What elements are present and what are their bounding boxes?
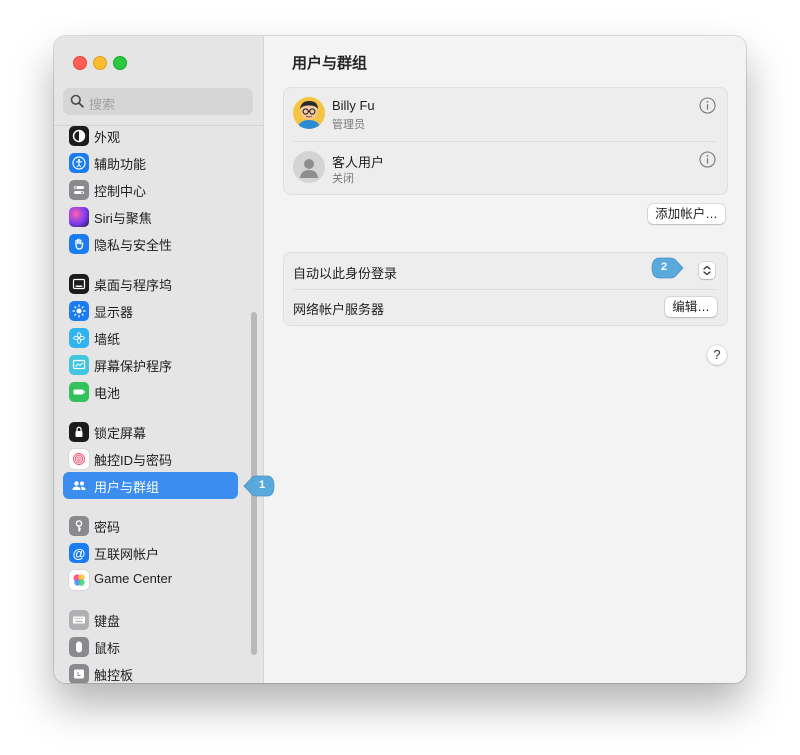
info-icon[interactable] bbox=[699, 151, 716, 168]
sidebar-item-control-center[interactable]: 控制中心 bbox=[63, 176, 238, 203]
sidebar-item-accessibility[interactable]: 辅助功能 bbox=[63, 149, 238, 176]
sidebar-item-display[interactable]: 显示器 bbox=[63, 297, 238, 324]
sidebar-item-siri[interactable]: Siri与聚焦 bbox=[63, 203, 238, 230]
game-center-icon bbox=[69, 570, 89, 590]
avatar bbox=[293, 97, 325, 129]
auto-login-popup[interactable] bbox=[699, 262, 715, 279]
keyboard-icon bbox=[69, 610, 89, 630]
guest-avatar bbox=[293, 151, 325, 183]
callout-marker-2: 2 bbox=[651, 257, 684, 284]
sidebar-item-lock-screen[interactable]: 锁定屏幕 bbox=[63, 418, 238, 445]
chevron-up-down-icon bbox=[703, 265, 711, 276]
sidebar-item-passwords[interactable]: 密码 bbox=[63, 512, 238, 539]
trackpad-icon bbox=[69, 664, 89, 683]
sidebar-item-privacy[interactable]: 隐私与安全性 bbox=[63, 230, 238, 257]
sidebar-item-wallpaper[interactable]: 墙纸 bbox=[63, 324, 238, 351]
edit-button[interactable]: 编辑… bbox=[665, 297, 717, 317]
screensaver-icon bbox=[69, 355, 89, 375]
callout-marker-1: 1 bbox=[243, 475, 275, 502]
sidebar-item-keyboard[interactable]: 键盘 bbox=[63, 606, 238, 633]
page-title: 用户与群组 bbox=[292, 55, 368, 72]
sidebar-item-mouse[interactable]: 鼠标 bbox=[63, 633, 238, 660]
sidebar-item-appearance[interactable]: 外观 bbox=[63, 122, 238, 149]
main-pane: 用户与群组 Billy Fu 管理员 客人用户 关闭 添加帐户… 自动以此身份登… bbox=[264, 36, 746, 683]
zoom-window-button[interactable] bbox=[113, 56, 127, 70]
user-name: 客人用户 bbox=[332, 155, 385, 170]
search-field[interactable]: 搜索 bbox=[63, 88, 253, 115]
sidebar-item-game-center[interactable]: Game Center bbox=[63, 566, 238, 593]
close-window-button[interactable] bbox=[73, 56, 87, 70]
user-role: 管理员 bbox=[332, 119, 365, 131]
fingerprint-icon bbox=[69, 449, 89, 469]
callout-number: 1 bbox=[258, 479, 266, 491]
key-icon bbox=[69, 516, 89, 536]
accessibility-icon bbox=[69, 153, 89, 173]
network-server-row: 网络帐户服务器 编辑… bbox=[284, 289, 727, 325]
user-role: 关闭 bbox=[332, 173, 354, 185]
siri-icon bbox=[69, 207, 89, 227]
wallpaper-icon bbox=[69, 328, 89, 348]
minimize-window-button[interactable] bbox=[93, 56, 107, 70]
network-server-label: 网络帐户服务器 bbox=[293, 302, 385, 317]
search-placeholder: 搜索 bbox=[89, 97, 116, 112]
sidebar-item-touch-id[interactable]: 触控ID与密码 bbox=[63, 445, 238, 472]
battery-icon bbox=[69, 382, 89, 402]
info-icon[interactable] bbox=[699, 97, 716, 114]
help-button[interactable]: ? bbox=[707, 345, 727, 365]
auto-login-label: 自动以此身份登录 bbox=[293, 266, 398, 281]
privacy-hand-icon bbox=[69, 234, 89, 254]
sidebar-item-users-groups[interactable]: 用户与群组 bbox=[63, 472, 238, 499]
sidebar-item-internet-accounts[interactable]: @ 互联网帐户 bbox=[63, 539, 238, 566]
sidebar-item-screensaver[interactable]: 屏幕保护程序 bbox=[63, 351, 238, 378]
at-sign-icon: @ bbox=[69, 543, 89, 563]
add-account-button[interactable]: 添加帐户… bbox=[648, 204, 725, 224]
users-list: Billy Fu 管理员 客人用户 关闭 bbox=[283, 87, 728, 195]
search-icon bbox=[70, 94, 84, 108]
users-icon bbox=[69, 476, 89, 496]
display-sun-icon bbox=[69, 301, 89, 321]
user-row-guest[interactable]: 客人用户 关闭 bbox=[284, 142, 727, 195]
callout-number: 2 bbox=[660, 261, 668, 273]
user-name: Billy Fu bbox=[332, 98, 375, 113]
sidebar: 搜索 外观 辅助功能 控制中心 Siri与聚焦 隐私与安全性 桌面与程序坞 显示… bbox=[54, 36, 264, 683]
user-row-billy[interactable]: Billy Fu 管理员 bbox=[284, 88, 727, 141]
lock-icon bbox=[69, 422, 89, 442]
appearance-icon bbox=[69, 126, 89, 146]
sidebar-item-battery[interactable]: 电池 bbox=[63, 378, 238, 405]
desktop-dock-icon bbox=[69, 274, 89, 294]
sidebar-item-trackpad[interactable]: 触控板 bbox=[63, 660, 238, 683]
system-settings-window: 搜索 外观 辅助功能 控制中心 Siri与聚焦 隐私与安全性 桌面与程序坞 显示… bbox=[54, 36, 746, 683]
control-center-icon bbox=[69, 180, 89, 200]
mouse-icon bbox=[69, 637, 89, 657]
sidebar-item-desktop-dock[interactable]: 桌面与程序坞 bbox=[63, 270, 238, 297]
